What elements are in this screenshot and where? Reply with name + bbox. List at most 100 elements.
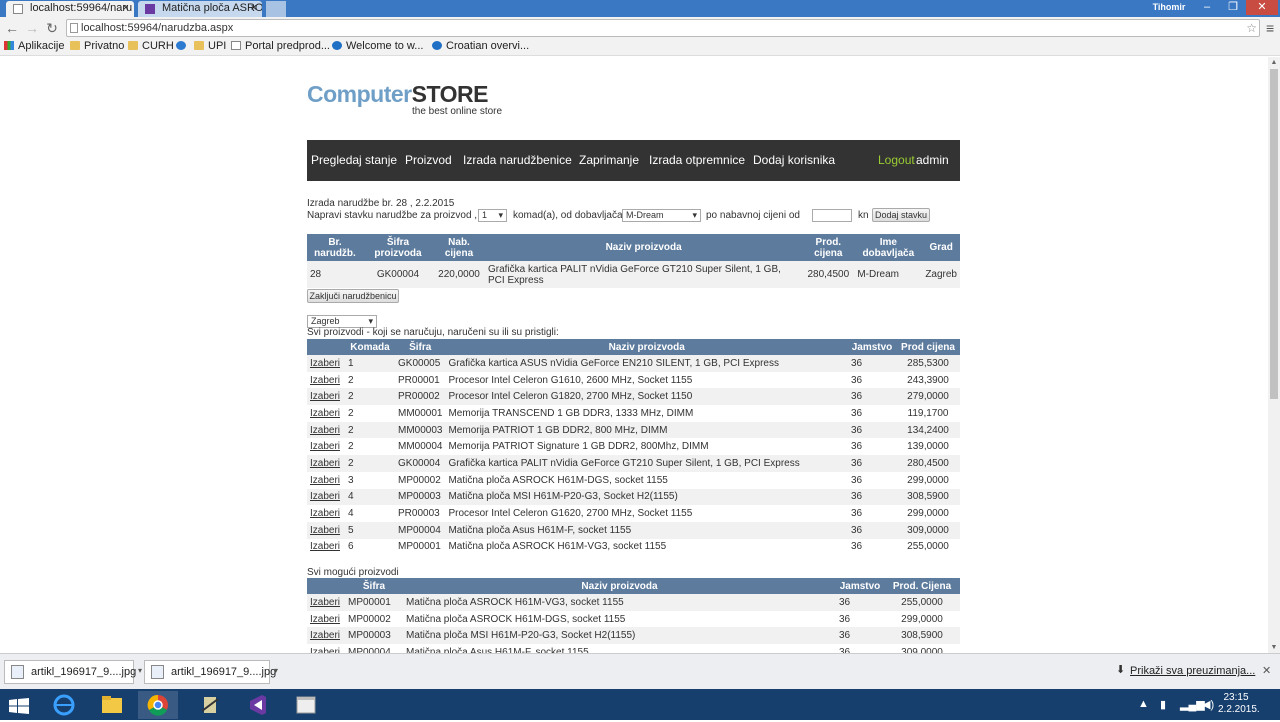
tab-title: localhost:59964/naru bbox=[30, 2, 133, 14]
address-bar[interactable]: localhost:59964/narudzba.aspx ☆ bbox=[66, 19, 1260, 37]
star-icon[interactable]: ☆ bbox=[1246, 20, 1257, 36]
column-header: Šifra proizvoda bbox=[363, 234, 433, 261]
show-all-downloads-link[interactable]: Prikaži sva preuzimanja... bbox=[1130, 665, 1255, 677]
nav-izrada-otpremnice[interactable]: Izrada otpremnice bbox=[649, 153, 745, 167]
maximize-button[interactable]: ❐ bbox=[1220, 0, 1246, 15]
chevron-down-icon[interactable]: ▾ bbox=[138, 660, 142, 682]
cell: Matična ploča ASROCK H61M-VG3, socket 11… bbox=[445, 538, 848, 556]
select-product-link[interactable]: Izaberi bbox=[310, 508, 340, 519]
select-product-link[interactable]: Izaberi bbox=[310, 525, 340, 536]
profile-button[interactable]: Tihomir bbox=[1148, 0, 1190, 15]
tab-narudzba[interactable]: localhost:59964/naru × bbox=[6, 1, 134, 17]
tray-expand-icon[interactable]: ▲ bbox=[1138, 698, 1149, 710]
column-header: Komada bbox=[345, 339, 395, 355]
column-header: Naziv proizvoda bbox=[485, 234, 803, 261]
bookmark-curh[interactable]: CURH bbox=[128, 40, 174, 52]
site-logo[interactable]: ComputerSTORE the best online store bbox=[307, 81, 502, 117]
bookmark-upi[interactable] bbox=[176, 40, 190, 52]
cell: 2 bbox=[345, 371, 395, 389]
scroll-down-icon[interactable]: ▼ bbox=[1270, 644, 1278, 651]
select-product-link[interactable]: Izaberi bbox=[310, 597, 340, 608]
bookmark-portal[interactable]: Portal predprod... bbox=[231, 40, 330, 52]
select-product-link[interactable]: Izaberi bbox=[310, 541, 340, 552]
supplier-select[interactable]: M-Dream bbox=[622, 209, 701, 222]
chrome-icon[interactable] bbox=[138, 691, 178, 719]
window-app-icon[interactable] bbox=[286, 691, 326, 719]
table-row: Izaberi 5 MP00004 Matična ploča Asus H61M-F… bbox=[307, 521, 960, 539]
select-product-link[interactable]: Izaberi bbox=[310, 375, 340, 386]
signal-icon[interactable]: ▂▄▆ bbox=[1180, 698, 1205, 711]
network-status-icon[interactable]: ▮ bbox=[1160, 698, 1166, 711]
nav-proizvod[interactable]: Proizvod bbox=[405, 153, 452, 167]
nav-zaprimanje[interactable]: Zaprimanje bbox=[579, 153, 639, 167]
cell: 2 bbox=[345, 421, 395, 439]
select-product-link[interactable]: Izaberi bbox=[310, 358, 340, 369]
select-product-link[interactable]: Izaberi bbox=[310, 458, 340, 469]
download-item[interactable]: artikl_196917_9....jpg ▾ bbox=[144, 660, 278, 684]
current-user: admin bbox=[916, 153, 949, 167]
column-header: Jamstvo bbox=[848, 339, 896, 355]
visual-studio-icon[interactable] bbox=[238, 691, 278, 719]
select-product-link[interactable]: Izaberi bbox=[310, 491, 340, 502]
download-item[interactable]: artikl_196917_9....jpg ▾ bbox=[4, 660, 142, 684]
cell: Izaberi bbox=[307, 594, 345, 611]
cell: MP00003 bbox=[345, 627, 403, 645]
cell: 309,0000 bbox=[896, 521, 960, 539]
price-input[interactable] bbox=[812, 209, 852, 222]
close-icon[interactable]: × bbox=[251, 2, 257, 14]
cell: 36 bbox=[848, 355, 896, 372]
new-tab-button[interactable] bbox=[266, 1, 286, 17]
column-header: Šifra bbox=[345, 578, 403, 594]
select-product-link[interactable]: Izaberi bbox=[310, 408, 340, 419]
quantity-select[interactable]: 1 bbox=[478, 209, 507, 222]
menu-icon[interactable]: ≡ bbox=[1266, 20, 1274, 36]
select-product-link[interactable]: Izaberi bbox=[310, 391, 340, 402]
scroll-up-icon[interactable]: ▲ bbox=[1270, 59, 1278, 66]
cell: 36 bbox=[848, 371, 896, 389]
add-item-button[interactable]: Dodaj stavku bbox=[872, 208, 930, 222]
minimize-button[interactable]: – bbox=[1194, 0, 1220, 15]
visual-studio-logo-icon bbox=[250, 695, 266, 715]
taskbar-clock[interactable]: 23:15 2.2.2015. bbox=[1218, 692, 1260, 716]
cell: Matična ploča ASROCK H61M-DGS, socket 11… bbox=[403, 610, 836, 628]
nav-dodaj-korisnika[interactable]: Dodaj korisnika bbox=[753, 153, 835, 167]
bookmark-privatno[interactable]: Privatno bbox=[70, 40, 124, 52]
select-product-link[interactable]: Izaberi bbox=[310, 441, 340, 452]
start-button[interactable] bbox=[0, 691, 40, 719]
nav-izrada-narudzbenice[interactable]: Izrada narudžbenice bbox=[463, 153, 572, 167]
volume-icon[interactable]: ◀) bbox=[1202, 698, 1214, 711]
nav-pregledaj-stanje[interactable]: Pregledaj stanje bbox=[311, 153, 397, 167]
cell: Izaberi bbox=[307, 644, 345, 653]
window-close-button[interactable]: ✕ bbox=[1246, 0, 1278, 15]
chevron-down-icon[interactable]: ▾ bbox=[274, 660, 278, 682]
forward-icon[interactable]: → bbox=[24, 20, 40, 36]
bookmark-apps[interactable]: Aplikacije bbox=[4, 40, 64, 52]
internet-explorer-icon[interactable] bbox=[44, 691, 84, 719]
bookmark-upi-folder[interactable]: UPI bbox=[194, 40, 226, 52]
bookmark-welcome[interactable]: Welcome to w... bbox=[332, 40, 423, 52]
reload-icon[interactable]: ↻ bbox=[44, 20, 60, 36]
close-icon[interactable]: ✕ bbox=[1262, 664, 1271, 677]
cell: 134,2400 bbox=[896, 421, 960, 439]
bookmark-croatian[interactable]: Croatian overvi... bbox=[432, 40, 529, 52]
column-header: Prod. Cijena bbox=[884, 578, 960, 594]
cell: 5 bbox=[345, 521, 395, 539]
clock-date: 2.2.2015. bbox=[1218, 704, 1260, 715]
back-icon[interactable]: ← bbox=[4, 20, 20, 36]
tab-maticna[interactable]: Matična ploča ASRO × bbox=[138, 1, 262, 17]
logout-link[interactable]: Logout bbox=[878, 153, 915, 167]
cell: Matična ploča MSI H61M-P20-G3, Socket H2… bbox=[445, 488, 848, 506]
close-icon[interactable]: × bbox=[123, 2, 129, 14]
close-order-button[interactable]: Zaključi narudžbenicu bbox=[307, 289, 399, 303]
select-product-link[interactable]: Izaberi bbox=[310, 475, 340, 486]
table-row: Izaberi 3 MP00002 Matična ploča ASROCK H61M… bbox=[307, 471, 960, 489]
tools-app-icon[interactable] bbox=[190, 691, 230, 719]
file-explorer-icon[interactable] bbox=[92, 691, 132, 719]
select-product-link[interactable]: Izaberi bbox=[310, 425, 340, 436]
table-header-row: Komada Šifra Naziv proizvoda Jamstvo Pro… bbox=[307, 339, 960, 355]
scrollbar-thumb[interactable] bbox=[1270, 69, 1278, 399]
vertical-scrollbar[interactable]: ▲ ▼ bbox=[1268, 57, 1280, 653]
all-products-caption: Svi mogući proizvodi bbox=[307, 567, 399, 578]
select-product-link[interactable]: Izaberi bbox=[310, 614, 340, 625]
select-product-link[interactable]: Izaberi bbox=[310, 630, 340, 641]
